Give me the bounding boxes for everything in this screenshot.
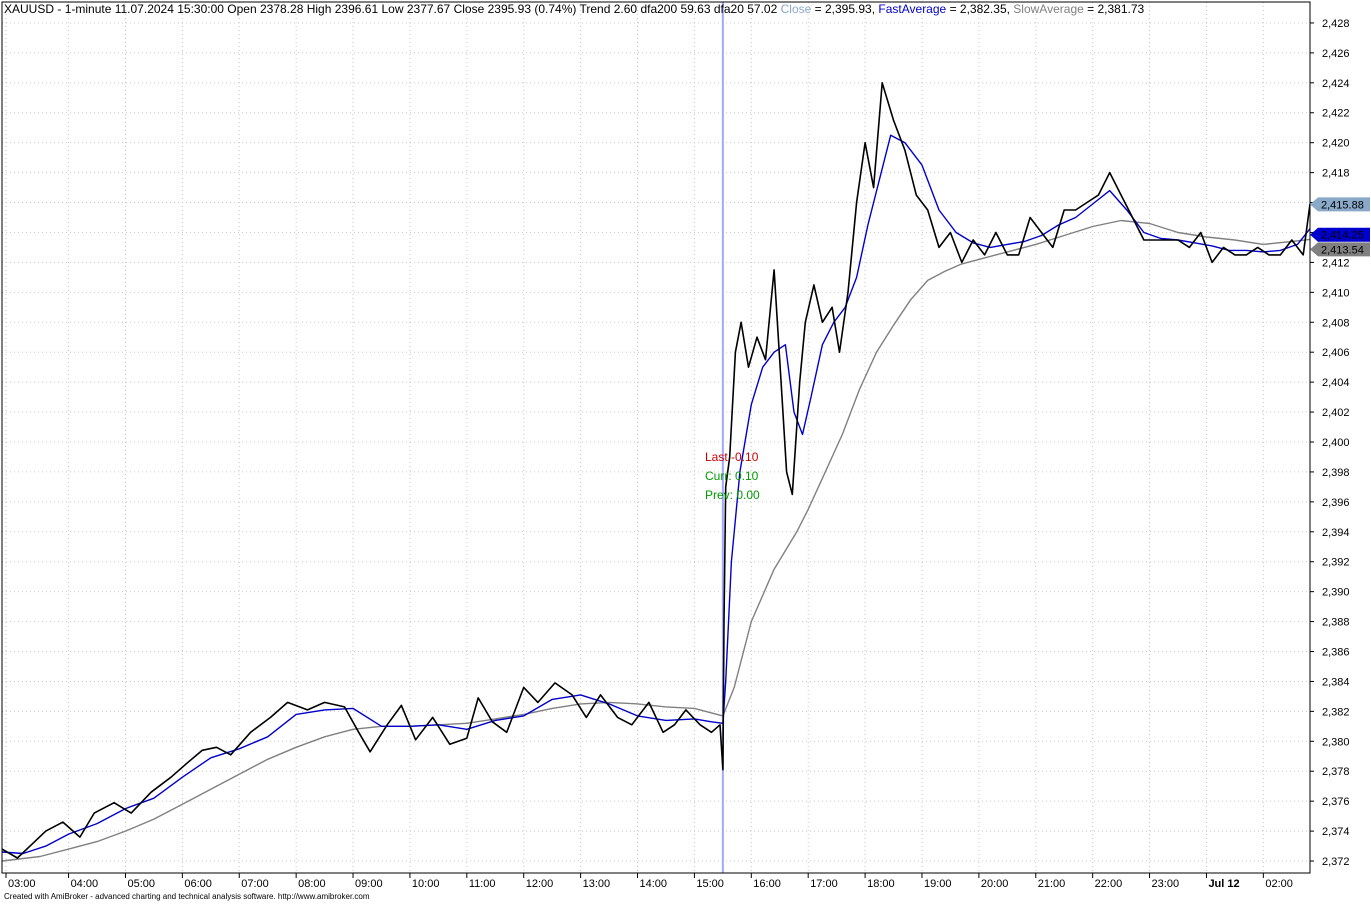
- y-tick-label: 2,382: [1322, 706, 1350, 718]
- chart-window[interactable]: 2,372 2,374 2,376 2,378 2,380 2,382 2,384 2,386…: [0, 0, 1371, 903]
- y-tick-label: 2,384: [1322, 676, 1350, 688]
- x-tick-label: 21:00: [1038, 878, 1066, 890]
- x-tick-label: 14:00: [640, 878, 668, 890]
- x-tick-label: 16:00: [753, 878, 781, 890]
- indicator-close-label: Close: [781, 2, 812, 16]
- y-tick-label: 2,426: [1322, 48, 1350, 60]
- x-tick-label: 17:00: [810, 878, 838, 890]
- y-tick-label: 2,418: [1322, 168, 1350, 180]
- y-tick-label: 2,392: [1322, 557, 1350, 569]
- close-value: 2395.93: [488, 2, 532, 16]
- x-tick-label: 06:00: [184, 878, 212, 890]
- x-tick-label: 19:00: [924, 878, 952, 890]
- symbol-text: XAUUSD: [4, 2, 54, 16]
- fast-last-badge-label: 2,414.25: [1321, 230, 1364, 242]
- dfa200-value: 59.63: [681, 2, 711, 16]
- y-tick-label: 2,396: [1322, 497, 1350, 509]
- x-tick-label: 03:00: [8, 878, 36, 890]
- low-label: Low: [381, 2, 403, 16]
- indicator-slow-label: SlowAverage: [1013, 2, 1084, 16]
- dfa20-value: 57.02: [747, 2, 777, 16]
- y-tick-label: 2,424: [1322, 78, 1350, 90]
- x-tick-label: 18:00: [867, 878, 895, 890]
- price-chart[interactable]: 2,372 2,374 2,376 2,378 2,380 2,382 2,384 2,386…: [0, 0, 1371, 903]
- y-tick-label: 2,374: [1322, 826, 1350, 838]
- low-value: 2377.67: [407, 2, 451, 16]
- open-label: Open: [227, 2, 256, 16]
- indicator-fast-label: FastAverage: [878, 2, 946, 16]
- indicator-close-value: = 2,395.93: [815, 2, 872, 16]
- y-tick-label: 2,412: [1322, 257, 1350, 269]
- chart-title-bar: XAUUSD - 1-minute 11.07.2024 15:30:00 Op…: [4, 2, 1145, 16]
- y-tick-label: 2,422: [1322, 108, 1350, 120]
- indicator-slow-value: = 2,381.73: [1087, 2, 1144, 16]
- annotation-prev: Prev: 0.00: [705, 488, 760, 502]
- high-value: 2396.61: [335, 2, 379, 16]
- indicator-fast-value: = 2,382.35: [950, 2, 1007, 16]
- annotation-last: Last -0.10: [705, 450, 759, 464]
- close-last-badge-label: 2,415.88: [1321, 199, 1364, 211]
- footer-credit: Created with AmiBroker - advanced charti…: [4, 892, 370, 901]
- x-tick-label: 22:00: [1095, 878, 1123, 890]
- x-tick-label: 08:00: [298, 878, 326, 890]
- y-tick-label: 2,380: [1322, 736, 1350, 748]
- x-tick-label: 11:00: [469, 878, 496, 890]
- dfa20-label: dfa20: [714, 2, 744, 16]
- x-tick-label: 20:00: [981, 878, 1009, 890]
- x-tick-label: 12:00: [526, 878, 554, 890]
- x-tick-label: 09:00: [355, 878, 383, 890]
- y-tick-label: 2,388: [1322, 617, 1350, 629]
- y-tick-label: 2,376: [1322, 796, 1350, 808]
- trend-value: 2.60: [614, 2, 638, 16]
- slow-last-badge-label: 2,413.54: [1321, 244, 1364, 256]
- interval-text: 1-minute: [65, 2, 112, 16]
- y-tick-label: 2,408: [1322, 317, 1350, 329]
- x-tick-label: 15:00: [696, 878, 724, 890]
- y-tick-label: 2,390: [1322, 587, 1350, 599]
- y-tick-label: 2,378: [1322, 766, 1350, 778]
- change-value: (0.74%): [534, 2, 576, 16]
- x-tick-label: 23:00: [1152, 878, 1180, 890]
- x-tick-label: Jul 12: [1208, 878, 1239, 890]
- x-tick-label: 04:00: [71, 878, 99, 890]
- annotation-curr: Curr: 0.10: [705, 469, 759, 483]
- y-tick-label: 2,398: [1322, 467, 1350, 479]
- y-tick-label: 2,404: [1322, 377, 1350, 389]
- dfa200-label: dfa200: [640, 2, 677, 16]
- y-tick-label: 2,406: [1322, 347, 1350, 359]
- open-value: 2378.28: [260, 2, 304, 16]
- y-tick-label: 2,372: [1322, 856, 1350, 868]
- y-tick-label: 2,410: [1322, 287, 1350, 299]
- datetime-text: 11.07.2024 15:30:00: [115, 2, 225, 16]
- x-tick-label: 13:00: [583, 878, 611, 890]
- trend-label: Trend: [580, 2, 611, 16]
- x-tick-label: 02:00: [1265, 878, 1293, 890]
- y-tick-label: 2,394: [1322, 527, 1350, 539]
- chart-background: [0, 0, 1371, 903]
- x-tick-label: 05:00: [127, 878, 155, 890]
- y-tick-label: 2,420: [1322, 138, 1350, 150]
- x-tick-label: 10:00: [412, 878, 440, 890]
- y-tick-label: 2,386: [1322, 647, 1350, 659]
- y-tick-label: 2,402: [1322, 407, 1350, 419]
- high-label: High: [307, 2, 332, 16]
- close-label: Close: [454, 2, 485, 16]
- y-tick-label: 2,428: [1322, 18, 1350, 30]
- y-tick-label: 2,400: [1322, 437, 1350, 449]
- x-tick-label: 07:00: [241, 878, 269, 890]
